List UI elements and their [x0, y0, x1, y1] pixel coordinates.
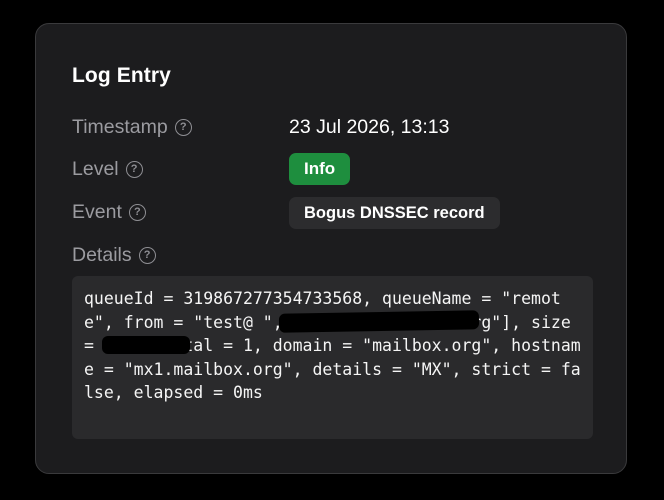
log-entry-card: Log Entry Timestamp ? 23 Jul 2026, 13:13…: [35, 23, 627, 474]
timestamp-label: Timestamp: [72, 116, 168, 138]
event-label: Event: [72, 201, 122, 223]
details-label-row: Details ?: [72, 244, 156, 267]
redaction-mark: [278, 310, 480, 333]
event-badge: Bogus DNSSEC record: [289, 197, 500, 229]
question-circle-icon[interactable]: ?: [128, 204, 146, 221]
level-label-row: Level ?: [72, 158, 143, 181]
redaction-mark: [102, 336, 190, 354]
question-circle-icon[interactable]: ?: [174, 119, 192, 136]
level-label: Level: [72, 158, 119, 180]
question-circle-icon[interactable]: ?: [125, 161, 143, 178]
timestamp-label-row: Timestamp ?: [72, 116, 192, 139]
card-title: Log Entry: [72, 64, 171, 87]
question-circle-icon[interactable]: ?: [138, 247, 156, 264]
event-label-row: Event ?: [72, 201, 146, 224]
level-badge: Info: [289, 153, 351, 185]
details-label: Details: [72, 244, 132, 266]
timestamp-value: 23 Jul 2026, 13:13: [289, 116, 450, 138]
details-code-block[interactable]: queueId = 319867277354733568, queueName …: [72, 276, 593, 439]
